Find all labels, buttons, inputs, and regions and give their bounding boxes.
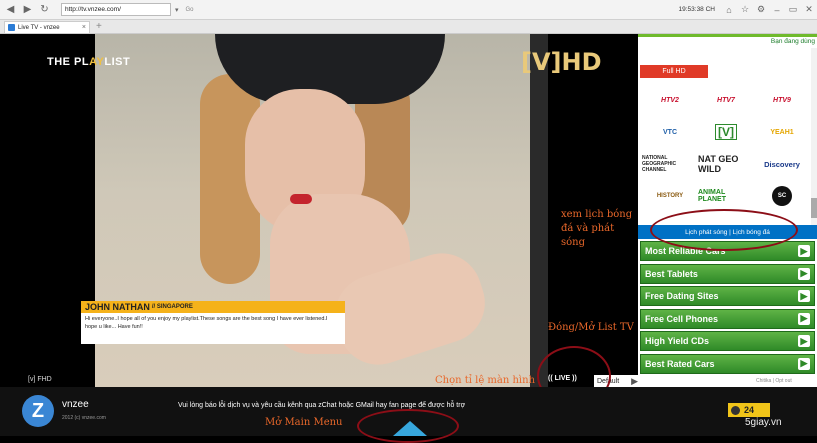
channel-sc-label: SC — [772, 186, 792, 206]
show-logo-text-end: LIST — [104, 56, 131, 68]
channel-v[interactable]: [V] — [698, 119, 754, 145]
channel-htv9[interactable]: HTV9 — [754, 87, 810, 113]
home-icon[interactable]: ⌂ — [721, 5, 737, 15]
channel-animal-planet[interactable]: ANIMAL PLANET — [698, 183, 754, 209]
favicon-icon — [8, 24, 15, 31]
brand-name: vnzee — [62, 399, 89, 410]
lower-third-location: // SINGAPORE — [151, 304, 193, 310]
channel-vtc[interactable]: VTC — [642, 119, 698, 145]
fullhd-tab[interactable]: Full HD — [640, 65, 708, 78]
lower-third-name: JOHN NATHAN — [85, 302, 150, 312]
chevron-right-icon: ▶ — [631, 375, 638, 386]
show-logo: THE PLAYLIST — [47, 56, 130, 68]
close-icon[interactable]: × — [82, 24, 86, 31]
ad-label: Free Cell Phones — [645, 313, 719, 324]
annotation-toggle-list: Đóng/Mở List TV — [548, 322, 634, 333]
arrow-right-icon: ▶ — [798, 312, 810, 325]
minimize-icon[interactable]: – — [769, 5, 785, 15]
back-icon[interactable]: ◀ — [4, 3, 17, 16]
adchoices-link[interactable]: Chitika | Opt out — [756, 378, 792, 384]
clock: 19:53:38 CH — [678, 6, 716, 13]
sidebar-top-text: Bạn đang dùng — [638, 34, 817, 48]
browser-toolbar: ◀ ▶ ↻ http://tv.vnzee.com/ ▾ Go 19:53:38… — [0, 0, 817, 20]
sidebar-scrollbar[interactable] — [811, 48, 817, 238]
annotation-ellipse-menu — [357, 409, 459, 443]
scrollbar-thumb[interactable] — [811, 198, 817, 218]
channel-v-label: [V] — [715, 124, 737, 140]
ad-label: Free Dating Sites — [645, 291, 719, 302]
annotation-aspect-ratio: Chọn tỉ lệ màn hình — [435, 375, 536, 386]
video-frame — [290, 194, 312, 204]
channel-history[interactable]: HISTORY — [642, 183, 698, 209]
channel-logo: [V]HD — [521, 48, 602, 76]
ad-link[interactable]: Best Tablets ▶ — [640, 263, 815, 284]
close-window-icon[interactable]: ✕ — [801, 4, 817, 15]
ad-label: High Yield CDs — [645, 336, 710, 347]
tab-bar: Live TV - vnzee × + — [0, 20, 817, 34]
show-logo-text: THE PL — [47, 56, 90, 68]
online-badge: 24 — [728, 403, 770, 417]
badge-value: 24 — [744, 405, 755, 415]
address-bar[interactable]: http://tv.vnzee.com/ — [61, 3, 171, 16]
badge-icon — [731, 405, 740, 415]
lower-third-header: JOHN NATHAN // SINGAPORE — [81, 301, 345, 313]
show-logo-accent: AY — [89, 56, 105, 68]
channel-yeah1[interactable]: YEAH1 — [754, 119, 810, 145]
arrow-right-icon: ▶ — [798, 335, 810, 348]
channel-grid: HTV2 HTV7 HTV9 VTC [V] YEAH1 NATIONAL GE… — [642, 87, 810, 209]
forward-icon[interactable]: ▶ — [21, 3, 34, 16]
arrow-right-icon: ▶ — [798, 267, 810, 280]
tab-title: Live TV - vnzee — [18, 24, 60, 31]
video-player[interactable]: THE PLAYLIST [V]HD JOHN NATHAN // SINGAP… — [0, 34, 638, 387]
arrow-right-icon: ▶ — [798, 290, 810, 303]
channel-htv2[interactable]: HTV2 — [642, 87, 698, 113]
new-tab-icon[interactable]: + — [96, 21, 102, 33]
channel-discovery[interactable]: Discovery — [754, 151, 810, 177]
arrow-right-icon: ▶ — [798, 357, 810, 370]
channel-label: [v] FHD — [28, 376, 52, 383]
lower-third-message: Hi everyone..I hope all of you enjoy my … — [81, 313, 345, 344]
channel-htv7[interactable]: HTV7 — [698, 87, 754, 113]
lower-third: JOHN NATHAN // SINGAPORE Hi everyone..I … — [81, 301, 345, 344]
star-icon[interactable]: ☆ — [737, 4, 753, 15]
tab-live-tv[interactable]: Live TV - vnzee × — [4, 21, 90, 33]
ad-link[interactable]: High Yield CDs ▶ — [640, 331, 815, 352]
channel-sc[interactable]: SC — [754, 183, 810, 209]
annotation-schedule: xem lịch bóng đá và phát sóng — [561, 209, 633, 248]
reload-icon[interactable]: ↻ — [38, 3, 51, 16]
annotation-ellipse-schedule — [650, 209, 798, 251]
ad-link[interactable]: Best Rated Cars ▶ — [640, 353, 815, 374]
channel-natgeo-wild[interactable]: NAT GEO WILD — [698, 151, 754, 177]
annotation-main-menu: Mở Main Menu — [265, 417, 343, 428]
ad-link[interactable]: Free Dating Sites ▶ — [640, 286, 815, 307]
copyright: 2012 (c) vnzee.com — [62, 415, 106, 421]
chevron-down-icon[interactable]: ▾ — [175, 6, 179, 14]
video-frame — [530, 34, 548, 387]
support-notice: Vui lòng báo lỗi dịch vụ và yêu cầu kênh… — [178, 402, 466, 409]
ad-link[interactable]: Free Cell Phones ▶ — [640, 308, 815, 329]
url-text: http://tv.vnzee.com/ — [65, 6, 121, 13]
ad-list: Most Reliable Cars ▶ Best Tablets ▶ Free D… — [640, 241, 815, 377]
go-button[interactable]: Go — [186, 7, 194, 13]
channel-natgeo[interactable]: NATIONAL GEOGRAPHIC CHANNEL — [642, 151, 698, 177]
arrow-right-icon: ▶ — [798, 245, 810, 257]
maximize-icon[interactable]: ▭ — [785, 4, 801, 15]
vnzee-logo-icon[interactable]: Z — [22, 395, 54, 427]
watermark: 5giay.vn — [745, 417, 782, 428]
ad-label: Best Rated Cars — [645, 358, 715, 369]
ad-label: Best Tablets — [645, 268, 698, 279]
gear-icon[interactable]: ⚙ — [753, 4, 769, 15]
